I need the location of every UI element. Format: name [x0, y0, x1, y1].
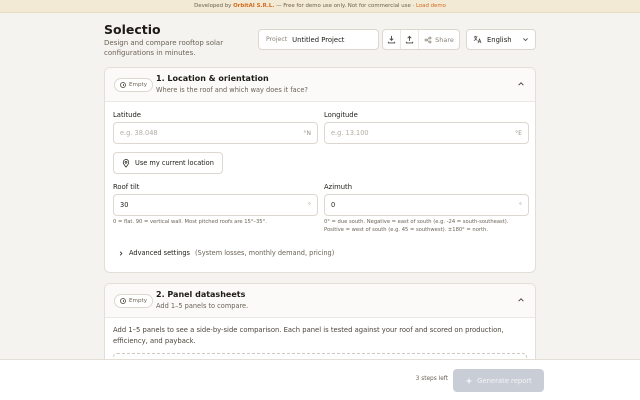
latitude-field: °N	[113, 122, 318, 144]
section-subtitle: Add 1–5 panels to compare.	[156, 302, 249, 310]
footer-bar: 3 steps left Generate report	[0, 359, 640, 400]
advanced-settings-toggle[interactable]: Advanced settings (System losses, monthl…	[118, 249, 334, 257]
status-badge-label: Empty	[129, 298, 148, 304]
roof-tilt-field: °	[113, 194, 318, 216]
language-value: English	[487, 35, 512, 44]
longitude-label: Longitude	[324, 111, 358, 119]
generate-report-label: Generate report	[477, 376, 532, 385]
banner-prefix: Developed by	[194, 3, 232, 9]
use-current-location-label: Use my current location	[135, 159, 214, 167]
translate-icon	[473, 35, 482, 44]
share-icon	[424, 36, 432, 43]
status-badge-label: Empty	[129, 82, 148, 88]
chevron-down-icon	[523, 38, 528, 42]
azimuth-unit: °	[518, 201, 522, 209]
azimuth-field: °	[324, 194, 529, 216]
azimuth-hint-line1: 0° = due south. Negative = east of south…	[324, 219, 509, 225]
app-header: Solectio Design and compare rooftop sola…	[104, 20, 536, 60]
app-title: Solectio	[104, 22, 161, 37]
azimuth-label: Azimuth	[324, 183, 353, 191]
download-button[interactable]	[383, 30, 401, 49]
language-select[interactable]: English	[466, 29, 536, 50]
generate-report-button[interactable]: Generate report	[453, 369, 544, 392]
location-section-header[interactable]: Empty 1. Location & orientation Where is…	[105, 68, 535, 102]
project-name-input[interactable]	[292, 35, 373, 44]
latitude-unit: °N	[303, 129, 311, 137]
latitude-label: Latitude	[113, 111, 141, 119]
banner-note: — Free for demo use only. Not for commer…	[276, 3, 415, 9]
download-icon	[387, 35, 396, 44]
chevron-right-icon	[119, 250, 123, 256]
roof-tilt-input[interactable]	[120, 201, 308, 209]
use-current-location-button[interactable]: Use my current location	[113, 152, 223, 174]
sparkle-icon	[465, 376, 473, 385]
upload-icon	[405, 35, 414, 44]
roof-tilt-unit: °	[307, 201, 311, 209]
section-subtitle: Where is the roof and which way does it …	[156, 86, 308, 94]
project-toolbar: Share	[382, 29, 460, 50]
share-label: Share	[435, 35, 454, 44]
project-name-field: Project	[258, 29, 379, 50]
longitude-unit: °E	[514, 129, 522, 137]
developer-banner: Developed by OrbitAI S.R.L. — Free for d…	[0, 0, 640, 13]
info-icon	[120, 298, 126, 304]
map-pin-icon	[122, 158, 130, 168]
azimuth-hint-line2: Positive = west of south (e.g. 45 = sout…	[324, 226, 488, 233]
upload-button[interactable]	[401, 30, 419, 49]
app-subtitle: Design and compare rooftop solar configu…	[104, 39, 224, 57]
panel-section-intro: Add 1–5 panels to see a side-by-side com…	[113, 326, 504, 345]
load-demo-link[interactable]: Load demo	[416, 3, 446, 9]
status-badge: Empty	[114, 78, 154, 92]
location-section: Empty 1. Location & orientation Where is…	[104, 67, 536, 273]
status-badge: Empty	[114, 294, 154, 308]
share-button[interactable]: Share	[419, 36, 459, 44]
info-icon	[120, 82, 126, 88]
azimuth-input[interactable]	[331, 201, 519, 209]
chevron-up-icon[interactable]	[517, 296, 525, 304]
company-name: OrbitAI S.R.L.	[233, 3, 275, 9]
section-title: 1. Location & orientation	[156, 74, 269, 83]
longitude-field: °E	[324, 122, 529, 144]
section-title: 2. Panel datasheets	[156, 290, 246, 299]
advanced-settings-label: Advanced settings	[129, 249, 190, 257]
advanced-settings-description: (System losses, monthly demand, pricing)	[194, 249, 335, 257]
roof-tilt-label: Roof tilt	[113, 183, 140, 191]
chevron-up-icon[interactable]	[517, 80, 525, 88]
longitude-input[interactable]	[331, 129, 515, 137]
panel-section-header[interactable]: Empty 2. Panel datasheets Add 1–5 panels…	[105, 284, 535, 318]
roof-tilt-hint: 0 = flat. 90 = vertical wall. Most pitch…	[113, 219, 267, 225]
project-label: Project	[266, 36, 288, 43]
steps-remaining: 3 steps left	[415, 376, 448, 382]
latitude-input[interactable]	[120, 129, 304, 137]
